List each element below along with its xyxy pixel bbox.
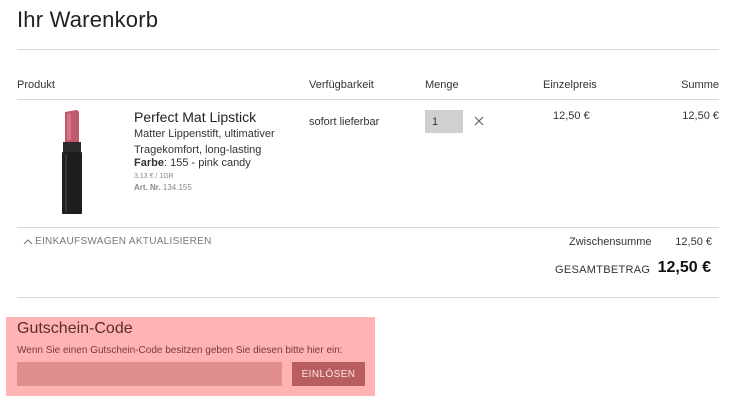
column-header-sum: Summe — [681, 79, 719, 91]
product-name[interactable]: Perfect Mat Lipstick — [134, 109, 256, 125]
page-title: Ihr Warenkorb — [17, 7, 159, 32]
article-value: 134.155 — [160, 183, 192, 192]
coupon-code-input[interactable] — [17, 362, 282, 386]
update-cart-label: EINKAUFSWAGEN AKTUALISIEREN — [35, 236, 212, 247]
close-icon[interactable] — [472, 114, 486, 128]
color-label: Farbe — [134, 157, 164, 169]
column-header-quantity: Menge — [425, 79, 459, 91]
coupon-hint: Wenn Sie einen Gutschein-Code besitzen g… — [17, 345, 343, 356]
product-image[interactable] — [52, 110, 92, 216]
unit-price: 12,50 € — [553, 110, 590, 122]
total-value: 12,50 € — [657, 259, 711, 276]
update-cart-link[interactable]: EINKAUFSWAGEN AKTUALISIEREN — [23, 236, 212, 247]
coupon-title: Gutschein-Code — [17, 320, 133, 337]
column-header-product: Produkt — [17, 79, 55, 91]
base-price: 3,13 € / 1GR — [134, 173, 174, 180]
divider — [17, 99, 719, 100]
article-label: Art. Nr. — [134, 183, 161, 192]
product-color: Farbe: 155 - pink candy — [134, 157, 251, 169]
color-value: : 155 - pink candy — [163, 157, 251, 169]
divider — [17, 227, 719, 228]
coupon-section: Gutschein-Code Wenn Sie einen Gutschein-… — [6, 317, 375, 396]
column-header-unit-price: Einzelpreis — [543, 79, 597, 91]
divider — [17, 297, 719, 298]
quantity-input[interactable] — [425, 110, 463, 133]
subtotal-label: Zwischensumme — [569, 236, 652, 248]
total-label: GESAMTBETRAG — [555, 264, 651, 276]
product-description: Matter Lippenstift, ultimativer Tragekom… — [134, 128, 275, 156]
availability-status: sofort lieferbar — [309, 116, 380, 128]
row-sum: 12,50 € — [682, 110, 719, 122]
column-header-availability: Verfügbarkeit — [309, 79, 374, 91]
redeem-coupon-button[interactable]: EINLÖSEN — [292, 362, 365, 386]
divider — [17, 49, 719, 50]
chevron-up-icon — [23, 238, 33, 244]
subtotal-value: 12,50 € — [675, 236, 712, 248]
article-number: Art. Nr. 134.155 — [134, 183, 192, 192]
